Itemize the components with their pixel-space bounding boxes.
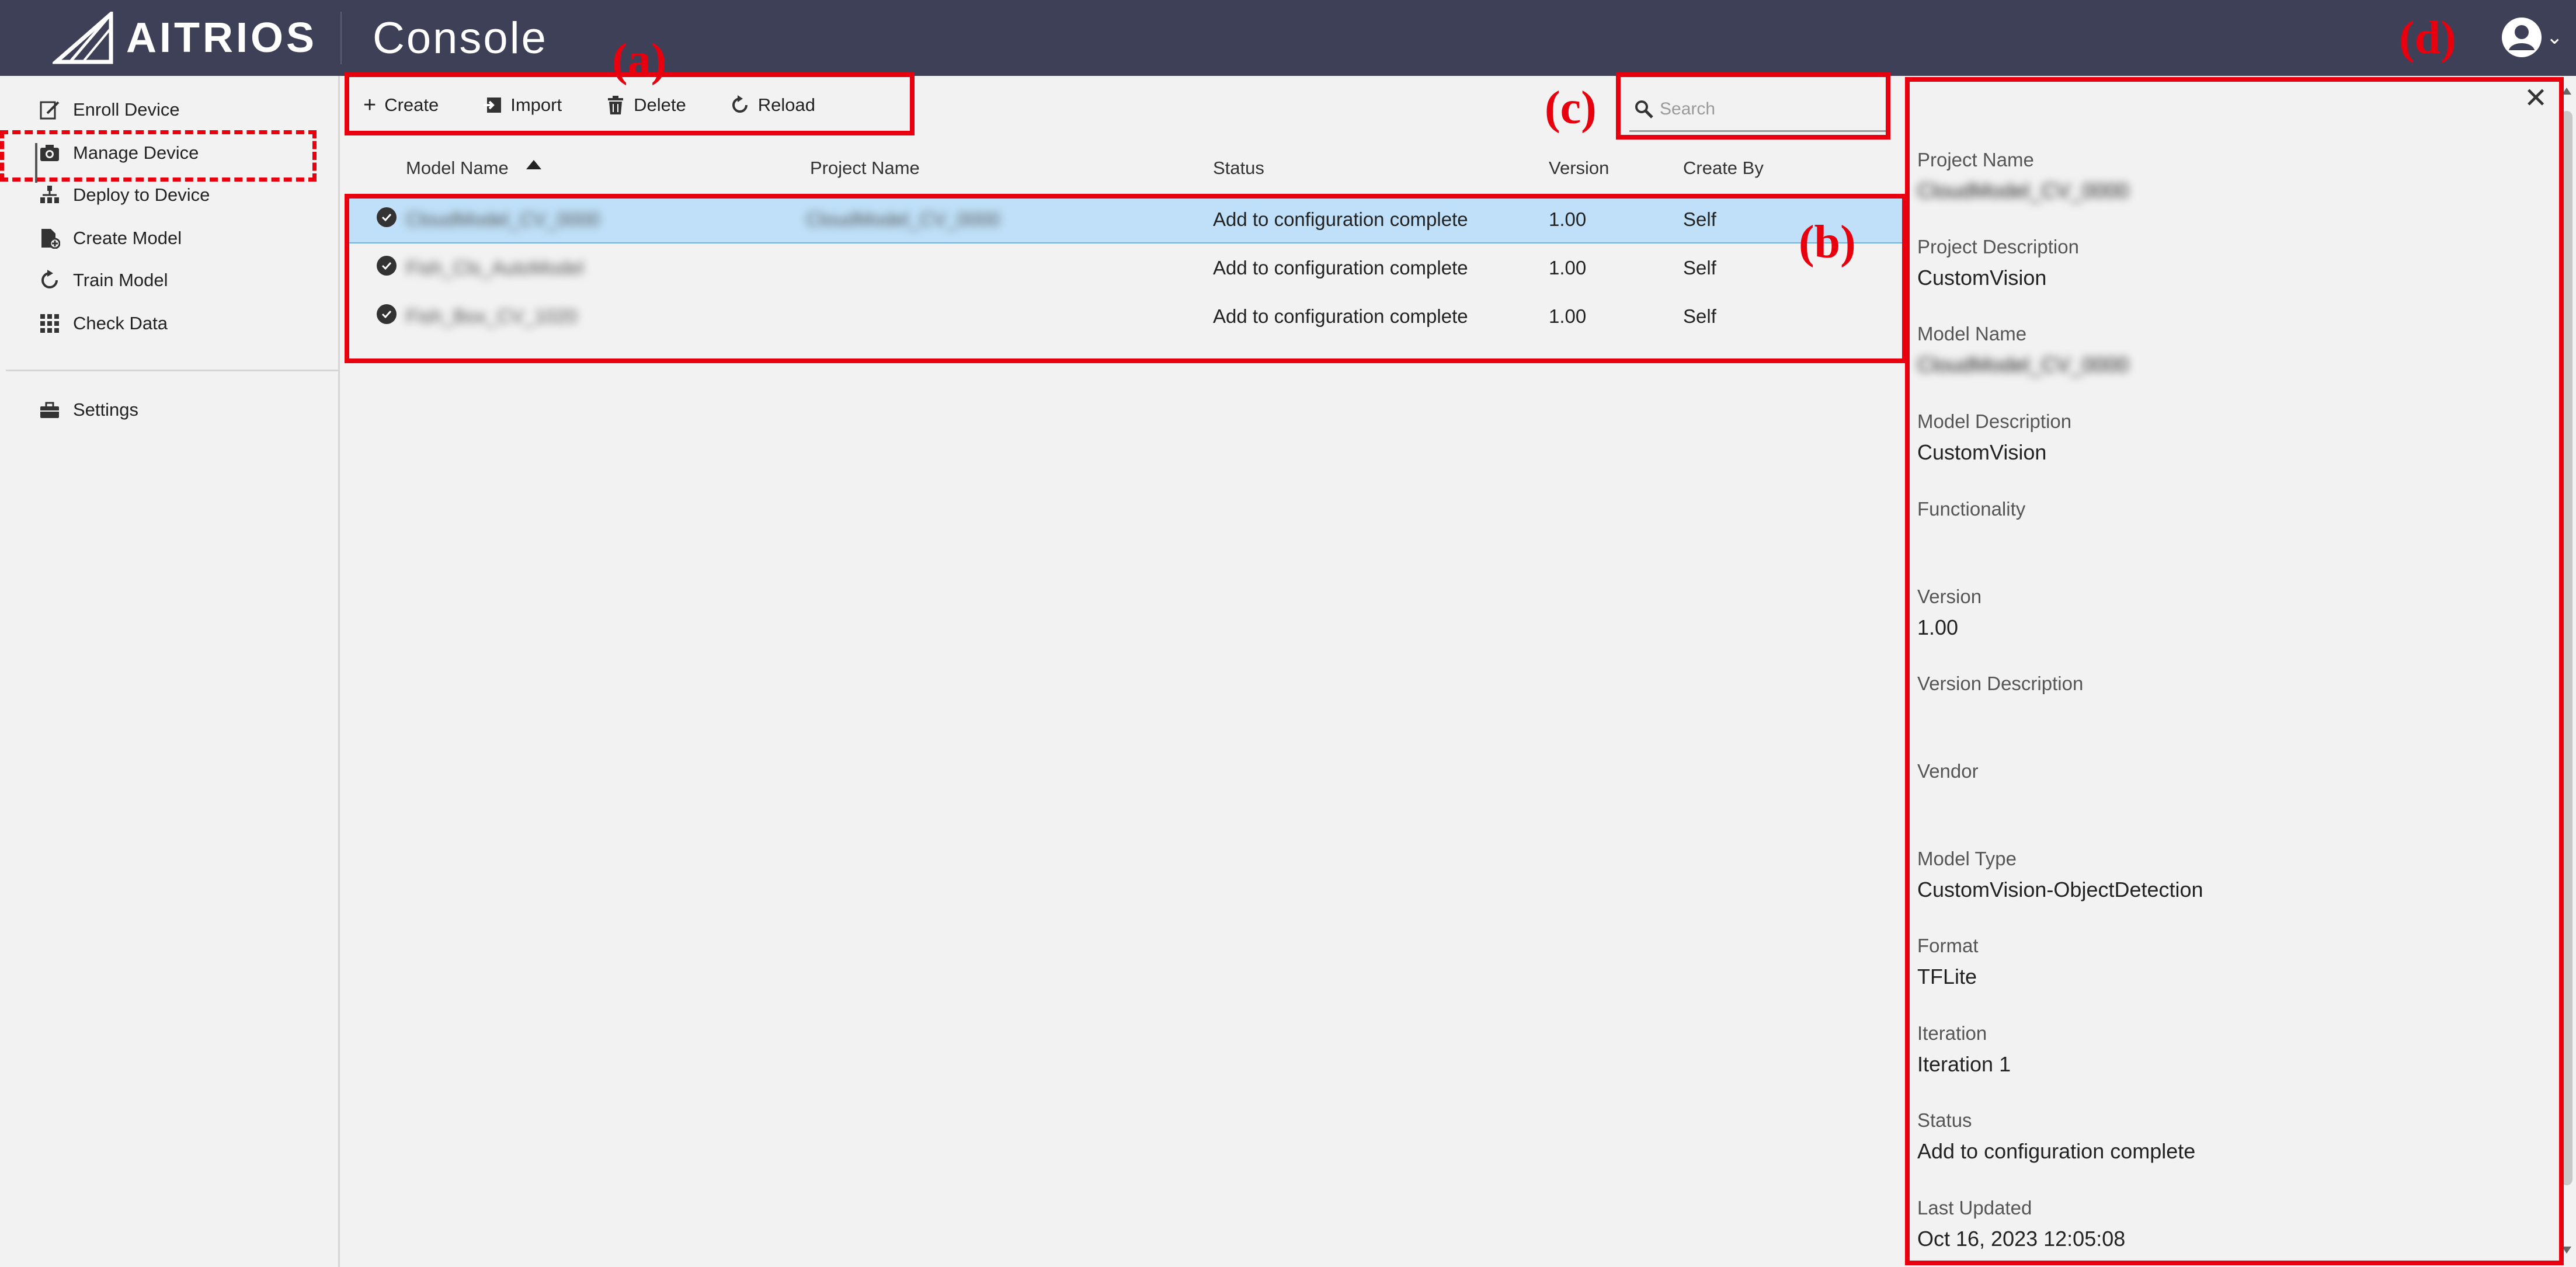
app-title: Console [373,13,548,63]
edit-icon [38,98,61,121]
annotation-label-b: (b) [1799,217,1856,268]
chevron-down-icon: ⌄ [2546,26,2563,48]
sidebar-item-label: Check Data [73,313,168,333]
table-header: Model Name Project Name Status Version C… [0,158,1904,190]
sidebar-item-train-model[interactable]: Train Model [38,263,168,298]
column-header-project-name[interactable]: Project Name [810,158,920,179]
annotation-box-c [1616,72,1890,140]
sidebar-divider [6,370,340,371]
sidebar-item-label: Enroll Device [73,99,180,120]
sidebar-item-enroll-device[interactable]: Enroll Device [38,92,180,127]
column-header-model-name[interactable]: Model Name [406,158,541,179]
sort-ascending-icon [526,160,541,169]
annotation-label-c: (c) [1545,82,1597,134]
top-bar: AITRIOS Console ⌄ [0,0,2576,76]
header-divider [340,12,342,64]
user-icon [2502,18,2542,57]
column-header-status[interactable]: Status [1213,158,1264,179]
sidebar-item-label: Train Model [73,270,168,290]
annotation-box-d [1905,77,2564,1265]
sidebar-item-check-data[interactable]: Check Data [38,306,168,341]
aitrios-logo[interactable]: AITRIOS [53,11,317,65]
refresh-icon [38,269,61,292]
sidebar-item-settings[interactable]: Settings [38,392,138,427]
annotation-box-b [345,194,1907,363]
toolbox-icon [38,398,61,422]
annotation-label-a: (a) [612,34,667,86]
column-header-version[interactable]: Version [1549,158,1609,179]
grid-icon [38,312,61,335]
document-add-icon [38,227,61,250]
sidebar-item-label: Create Model [73,228,182,248]
triangle-logo-icon [53,12,113,64]
brand-name: AITRIOS [126,15,318,61]
column-header-create-by[interactable]: Create By [1683,158,1764,179]
sidebar-item-create-model[interactable]: Create Model [38,221,182,256]
annotation-label-d: (d) [2399,12,2456,64]
user-menu-button[interactable]: ⌄ [2501,16,2563,58]
sidebar-item-label: Settings [73,399,139,420]
